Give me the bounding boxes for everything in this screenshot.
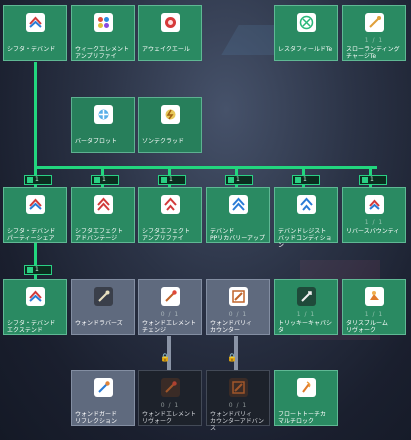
shifta-advantage-icon xyxy=(94,195,113,214)
connector-line xyxy=(34,166,377,169)
tier-badge: 1 xyxy=(359,175,387,185)
skill-card-float-torch-multilock[interactable]: フロートトーチカ マルチロック xyxy=(274,370,338,426)
skill-card-weak-element-amplify[interactable]: ウィークエレメント アンプリファイ xyxy=(71,5,135,61)
skill-card-zonde-clad[interactable]: ゾンデクラッド xyxy=(138,97,202,153)
skill-card-wand-parry-counter-advance[interactable]: 0 / 1 ウォンドパリィ カウンターアドバンス xyxy=(206,370,270,432)
skill-card-deband-pp-recovery[interactable]: デバンド PPリカバリーアップ xyxy=(206,187,270,243)
skill-card-wand-lovers[interactable]: ウォンドラバーズ xyxy=(71,279,135,335)
skill-card-talis-bloom-revoke[interactable]: 1 / 1 タリスブルーム リヴォーク xyxy=(342,279,406,335)
skill-card-deband-resist[interactable]: デバンドレジスト バッドコンディション xyxy=(274,187,338,249)
resta-field-icon xyxy=(297,13,316,32)
weak-element-icon xyxy=(94,13,113,32)
skill-card-resta-field[interactable]: レスタフィールドTe xyxy=(274,5,338,61)
wand-element-revoke-icon xyxy=(161,378,180,397)
float-torch-icon xyxy=(297,378,316,397)
connector-line xyxy=(34,62,37,168)
shifta-deband-icon xyxy=(26,13,45,32)
slow-landing-icon xyxy=(365,13,384,32)
tricky-capacitor-icon xyxy=(297,287,316,306)
extend-icon xyxy=(26,287,45,306)
deband-pp-icon xyxy=(229,195,248,214)
wand-parry-advance-icon xyxy=(229,378,248,397)
talis-bloom-icon xyxy=(365,287,384,306)
reverse-bounty-icon xyxy=(365,195,384,214)
skill-card-barta-blot[interactable]: バータブロット xyxy=(71,97,135,153)
skill-card-awake-aile[interactable]: アウェイクエール xyxy=(138,5,202,61)
tier-badge: 1 xyxy=(158,175,186,185)
lock-icon: 🔒 xyxy=(227,353,237,362)
skill-card-shifta-advantage[interactable]: シフタエフェクト アドバンテージ xyxy=(71,187,135,243)
skill-card-reverse-bounty[interactable]: 1 / 1 リバースバウンティ xyxy=(342,187,406,243)
skill-card-wand-element-change[interactable]: 0 / 1 ウォンドエレメント チェンジ xyxy=(138,279,202,335)
wand-guard-icon xyxy=(94,378,113,397)
lock-icon: 🔒 xyxy=(160,353,170,362)
skill-card-slow-landing-charge[interactable]: 1 / 1 スローランディング チャージTe xyxy=(342,5,406,61)
party-share-icon xyxy=(26,195,45,214)
tier-badge: 1 xyxy=(24,175,52,185)
tier-badge: 1 xyxy=(91,175,119,185)
skill-card-shifta-amplify[interactable]: シフタエフェクト アンプリファイ xyxy=(138,187,202,243)
tier-badge: 1 xyxy=(24,265,52,275)
skill-card-shifta-deband-extend[interactable]: シフタ・デバンド エクステンド xyxy=(3,279,67,335)
skill-card-party-share[interactable]: シフタ・デバンド パーティーシェア xyxy=(3,187,67,243)
wand-parry-counter-icon xyxy=(229,287,248,306)
tier-badge: 1 xyxy=(292,175,320,185)
skill-card-tricky-capacitor[interactable]: 1 / 1 トリッキーキャパシタ xyxy=(274,279,338,335)
barta-blot-icon xyxy=(94,105,113,124)
wand-lovers-icon xyxy=(94,287,113,306)
skill-card-wand-element-revoke[interactable]: 0 / 1 ウォンドエレメント リヴォーク xyxy=(138,370,202,426)
shifta-amplify-icon xyxy=(161,195,180,214)
wand-element-change-icon xyxy=(161,287,180,306)
zonde-clad-icon xyxy=(161,105,180,124)
skill-card-wand-parry-counter[interactable]: 0 / 1 ウォンドパリィ カウンター xyxy=(206,279,270,335)
skill-card-shifta-deband[interactable]: シフタ・デバンド xyxy=(3,5,67,61)
skill-card-wand-guard-reflection[interactable]: ウォンドガード リフレクション xyxy=(71,370,135,426)
tier-badge: 1 xyxy=(225,175,253,185)
awake-aile-icon xyxy=(161,13,180,32)
deband-resist-icon xyxy=(297,195,316,214)
